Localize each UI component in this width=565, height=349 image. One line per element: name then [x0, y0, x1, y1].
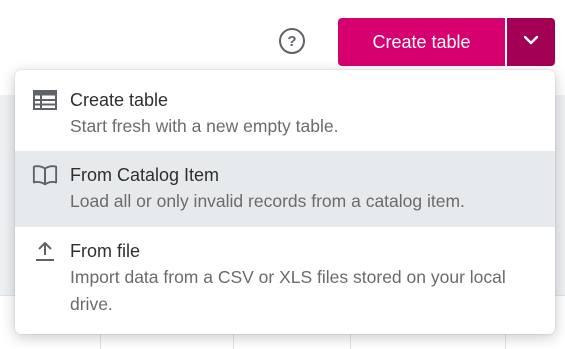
table-icon — [32, 87, 58, 113]
help-icon[interactable]: ? — [279, 28, 305, 54]
create-table-menu: Create table Start fresh with a new empt… — [15, 70, 555, 334]
upload-icon — [32, 238, 58, 264]
menu-item-title: From file — [70, 241, 141, 261]
menu-item-title: From Catalog Item — [70, 165, 220, 185]
menu-item-description: Load all or only invalid records from a … — [70, 191, 465, 211]
create-table-options-toggle[interactable] — [507, 18, 555, 66]
menu-item-description: Start fresh with a new empty table. — [70, 116, 339, 136]
create-table-button[interactable]: Create table — [338, 18, 505, 66]
menu-item-description: Import data from a CSV or XLS files stor… — [70, 267, 506, 314]
menu-item-title: Create table — [70, 90, 169, 110]
chevron-down-icon — [521, 30, 541, 55]
menu-item-from-file[interactable]: From file Import data from a CSV or XLS … — [15, 227, 555, 334]
menu-item-create-table[interactable]: Create table Start fresh with a new empt… — [15, 70, 555, 151]
book-icon — [32, 162, 58, 188]
menu-item-from-catalog-item[interactable]: From Catalog Item Load all or only inval… — [15, 151, 555, 227]
create-table-button-label: Create table — [372, 31, 471, 52]
